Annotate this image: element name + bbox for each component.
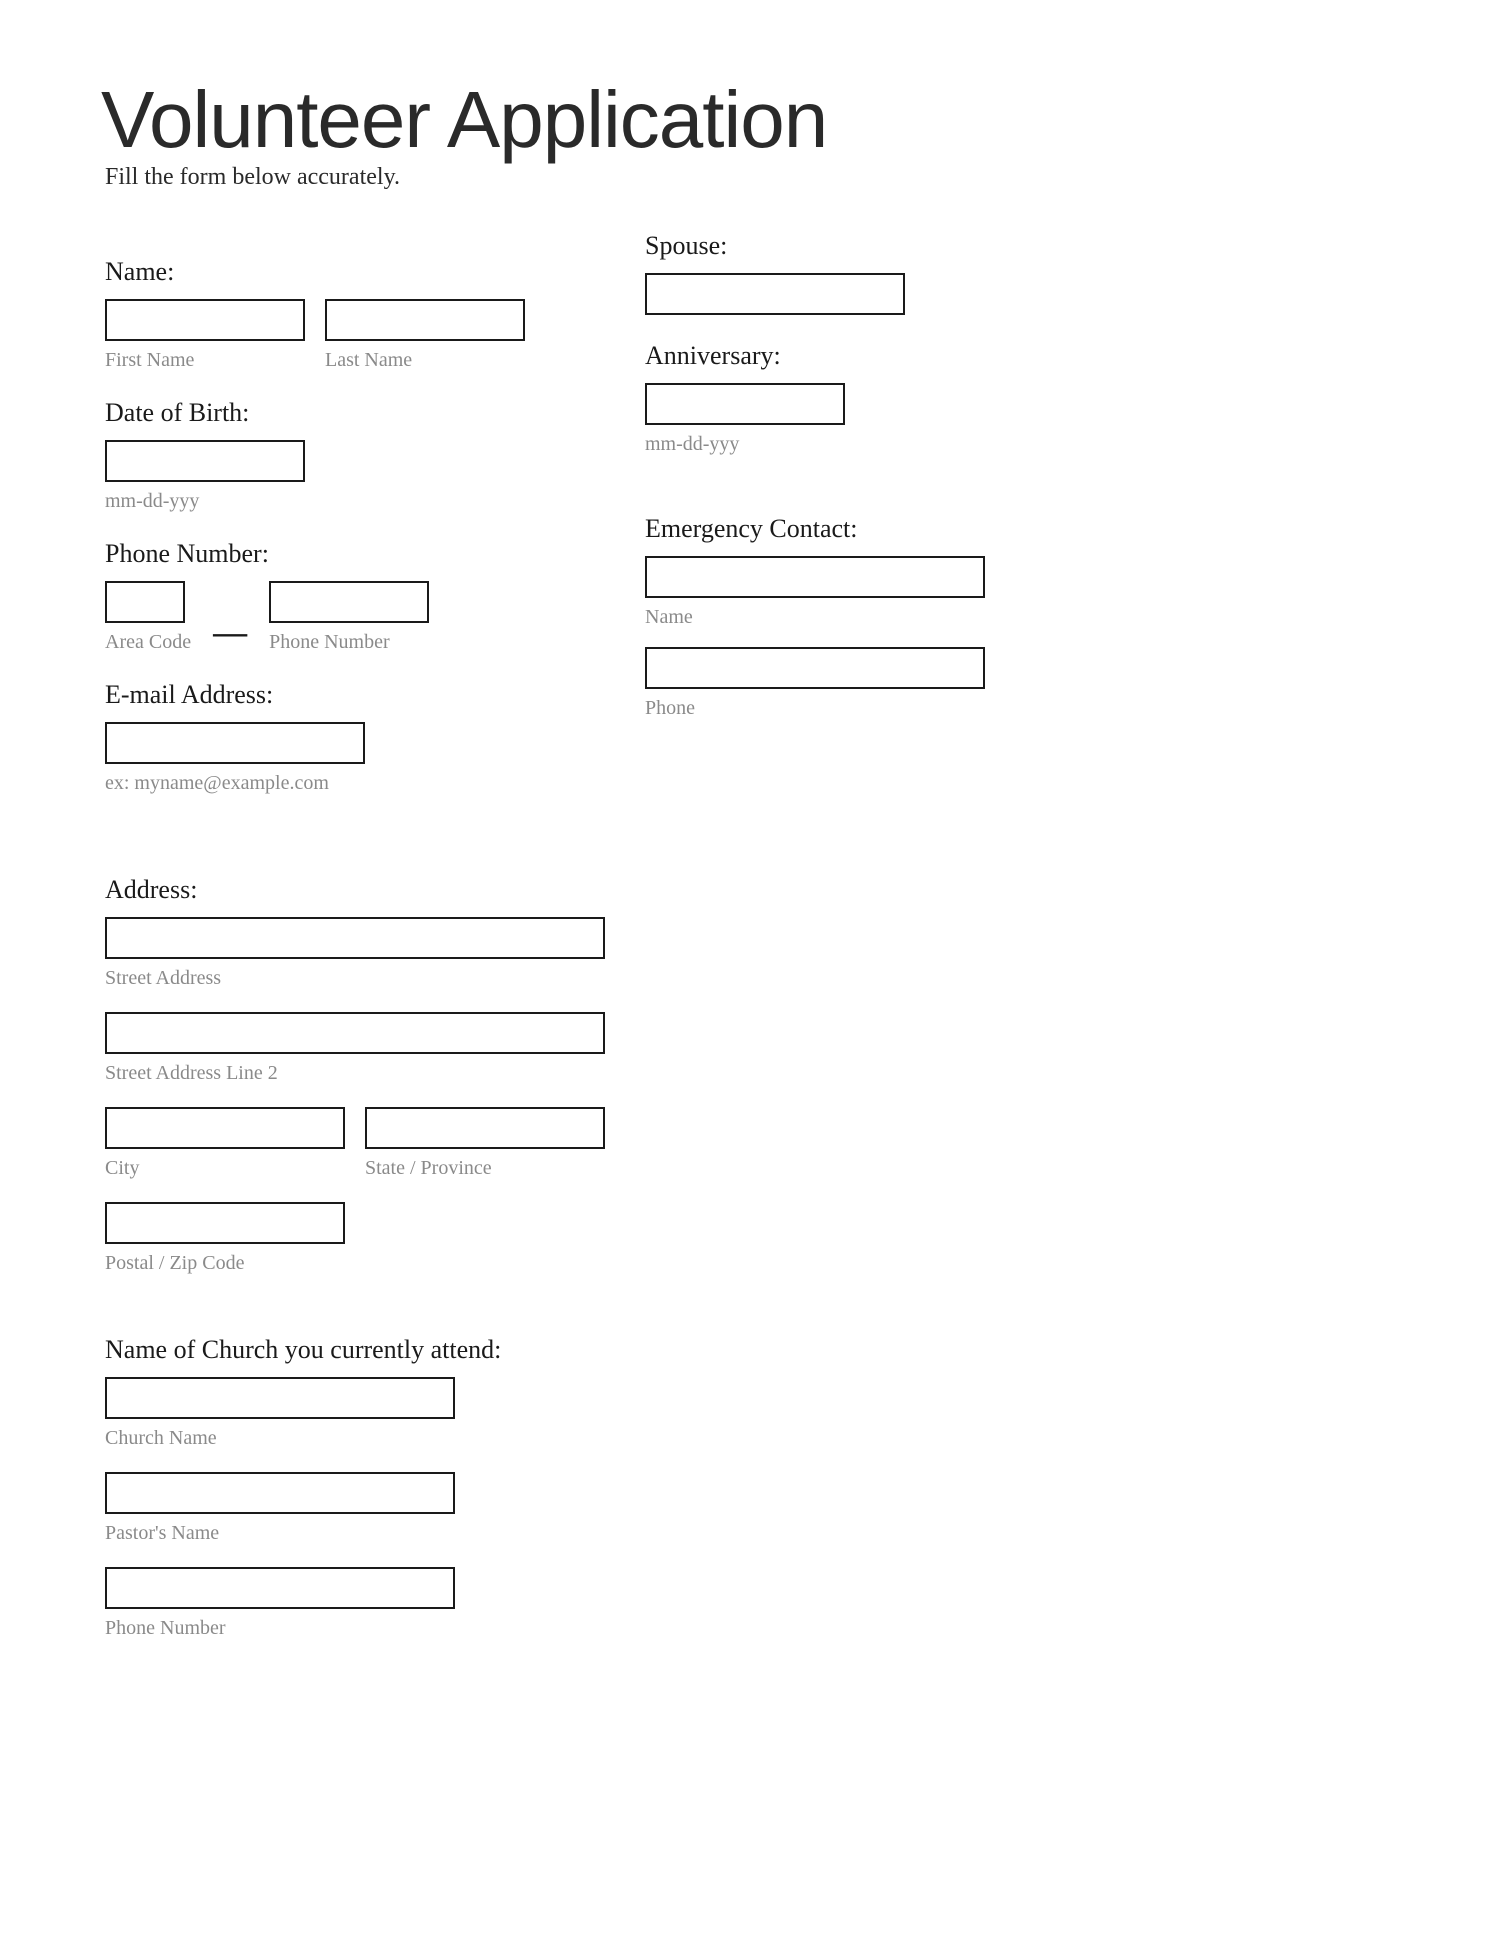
church-name-input[interactable] bbox=[105, 1377, 455, 1419]
emergency-label: Emergency Contact: bbox=[645, 514, 1005, 544]
emergency-phone-input[interactable] bbox=[645, 647, 985, 689]
email-hint: ex: myname@example.com bbox=[105, 772, 525, 795]
first-name-input[interactable] bbox=[105, 299, 305, 341]
email-input[interactable] bbox=[105, 722, 365, 764]
address-label: Address: bbox=[105, 875, 1400, 905]
last-name-input[interactable] bbox=[325, 299, 525, 341]
emergency-name-hint: Name bbox=[645, 606, 1005, 629]
church-name-hint: Church Name bbox=[105, 1427, 1400, 1450]
pastor-name-input[interactable] bbox=[105, 1472, 455, 1514]
email-label: E-mail Address: bbox=[105, 680, 525, 710]
pastor-name-hint: Pastor's Name bbox=[105, 1522, 1400, 1545]
page-subtitle: Fill the form below accurately. bbox=[105, 164, 1400, 191]
page-title: Volunteer Application bbox=[101, 80, 1400, 160]
anniversary-input[interactable] bbox=[645, 383, 845, 425]
phone-separator: — bbox=[211, 612, 249, 654]
anniversary-label: Anniversary: bbox=[645, 341, 1005, 371]
street-address-2-hint: Street Address Line 2 bbox=[105, 1062, 1400, 1085]
state-input[interactable] bbox=[365, 1107, 605, 1149]
state-hint: State / Province bbox=[365, 1157, 605, 1180]
area-code-input[interactable] bbox=[105, 581, 185, 623]
dob-hint: mm-dd-yyy bbox=[105, 490, 525, 513]
phone-number-hint: Phone Number bbox=[269, 631, 429, 654]
church-phone-input[interactable] bbox=[105, 1567, 455, 1609]
spouse-label: Spouse: bbox=[645, 231, 1005, 261]
phone-number-input[interactable] bbox=[269, 581, 429, 623]
street-address-2-input[interactable] bbox=[105, 1012, 605, 1054]
name-label: Name: bbox=[105, 257, 525, 287]
last-name-hint: Last Name bbox=[325, 349, 525, 372]
first-name-hint: First Name bbox=[105, 349, 305, 372]
dob-label: Date of Birth: bbox=[105, 398, 525, 428]
anniversary-hint: mm-dd-yyy bbox=[645, 433, 1005, 456]
emergency-name-input[interactable] bbox=[645, 556, 985, 598]
church-phone-hint: Phone Number bbox=[105, 1617, 1400, 1640]
city-hint: City bbox=[105, 1157, 345, 1180]
emergency-phone-hint: Phone bbox=[645, 697, 1005, 720]
dob-input[interactable] bbox=[105, 440, 305, 482]
street-address-input[interactable] bbox=[105, 917, 605, 959]
church-label: Name of Church you currently attend: bbox=[105, 1335, 1400, 1365]
street-address-hint: Street Address bbox=[105, 967, 1400, 990]
city-input[interactable] bbox=[105, 1107, 345, 1149]
spouse-input[interactable] bbox=[645, 273, 905, 315]
area-code-hint: Area Code bbox=[105, 631, 191, 654]
zip-input[interactable] bbox=[105, 1202, 345, 1244]
phone-label: Phone Number: bbox=[105, 539, 525, 569]
zip-hint: Postal / Zip Code bbox=[105, 1252, 1400, 1275]
